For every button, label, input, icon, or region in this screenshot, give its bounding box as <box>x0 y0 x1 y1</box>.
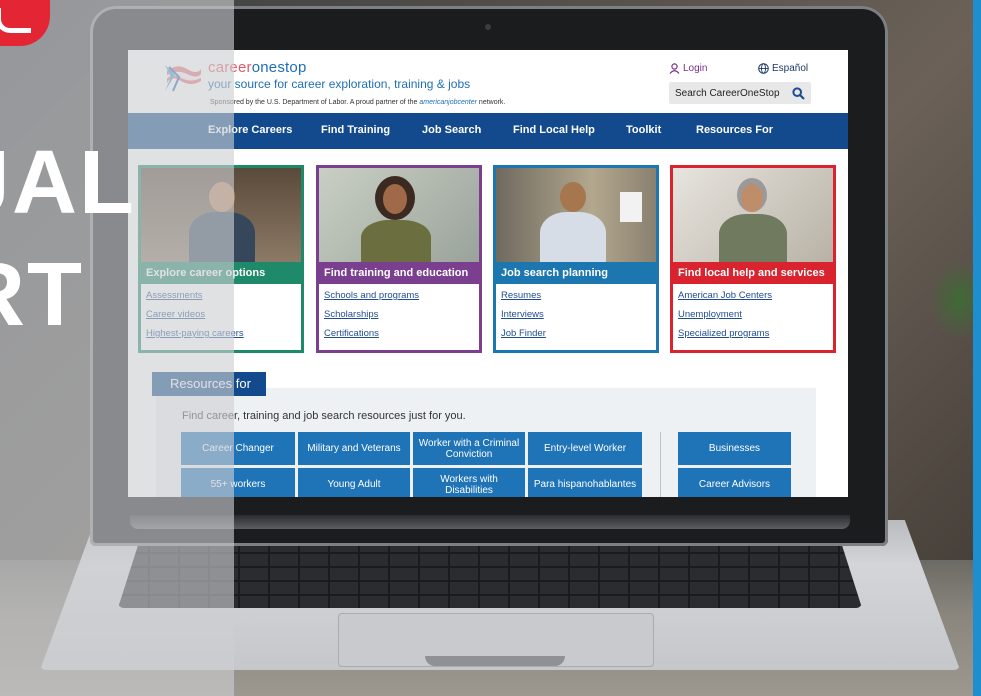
accent-stripe <box>973 0 981 696</box>
person-body <box>719 214 787 262</box>
card-links: American Job Centers Unemployment Specia… <box>673 284 833 339</box>
resource-entry-level-button[interactable]: Entry-level Worker <box>528 432 642 465</box>
nav-job-search[interactable]: Job Search <box>422 124 481 136</box>
link-job-finder[interactable]: Job Finder <box>501 328 651 339</box>
red-badge-icon <box>0 0 50 46</box>
nav-toolkit[interactable]: Toolkit <box>626 124 661 136</box>
language-link[interactable]: Español <box>758 63 808 74</box>
card-title: Find training and education <box>319 262 479 284</box>
sponsor-partner[interactable]: americanjobcenter <box>419 99 477 106</box>
nav-resources-for[interactable]: Resources For <box>696 124 773 136</box>
search-label: Search CareerOneStop <box>675 87 780 99</box>
laptop-hinge <box>130 515 850 529</box>
login-label: Login <box>683 63 708 74</box>
card-title: Job search planning <box>496 262 656 284</box>
resource-young-adult-button[interactable]: Young Adult <box>298 468 410 497</box>
sponsor-prefix: Sponsored by the U.S. Department of Labo… <box>210 99 418 106</box>
laptop-front-lip <box>425 656 565 666</box>
resource-criminal-conviction-button[interactable]: Worker with a Criminal Conviction <box>413 432 525 465</box>
person-head <box>560 182 586 212</box>
resources-divider <box>660 432 661 497</box>
card-job-search[interactable]: Job search planning Resumes Interviews J… <box>493 165 659 353</box>
card-photo-warehouse <box>496 168 656 262</box>
link-certifications[interactable]: Certifications <box>324 328 474 339</box>
link-resumes[interactable]: Resumes <box>501 290 651 301</box>
link-specialized-programs[interactable]: Specialized programs <box>678 328 828 339</box>
card-photo-student <box>319 168 479 262</box>
person-face <box>741 184 763 212</box>
user-icon <box>669 63 680 74</box>
resource-disabilities-button[interactable]: Workers with Disabilities <box>413 468 525 497</box>
person-face <box>383 184 407 214</box>
site-tagline: your source for career exploration, trai… <box>208 77 471 91</box>
person-body <box>540 212 606 262</box>
login-link[interactable]: Login <box>669 63 707 74</box>
card-photo-advisor <box>673 168 833 262</box>
paper-sign <box>620 192 642 222</box>
card-links: Resumes Interviews Job Finder <box>496 284 656 339</box>
site-header: careeronestop your source for career exp… <box>128 50 848 113</box>
sponsor-suffix: network. <box>478 99 506 106</box>
laptop-screen: careeronestop your source for career exp… <box>128 50 848 497</box>
card-find-training[interactable]: Find training and education Schools and … <box>316 165 482 353</box>
globe-icon <box>758 63 769 74</box>
camera-icon <box>485 24 491 30</box>
search-icon[interactable] <box>792 86 805 100</box>
link-unemployment[interactable]: Unemployment <box>678 309 828 320</box>
sponsor-note: Sponsored by the U.S. Department of Labo… <box>210 99 505 106</box>
resource-hispanohablantes-button[interactable]: Para hispanohablantes <box>528 468 642 497</box>
logo-onestop: onestop <box>251 59 307 76</box>
link-interviews[interactable]: Interviews <box>501 309 651 320</box>
feature-cards: Explore career options Assessments Caree… <box>138 165 838 355</box>
nav-find-training[interactable]: Find Training <box>321 124 390 136</box>
card-links: Schools and programs Scholarships Certif… <box>319 284 479 339</box>
resource-businesses-button[interactable]: Businesses <box>678 432 791 465</box>
left-overlay-panel: JAL RT <box>0 0 234 696</box>
overlay-heading-line2: RT <box>0 245 84 345</box>
resource-military-veterans-button[interactable]: Military and Veterans <box>298 432 410 465</box>
nav-find-local-help[interactable]: Find Local Help <box>513 124 595 136</box>
overlay-heading-line1: JAL <box>0 133 137 233</box>
person-body <box>361 220 431 262</box>
language-label: Español <box>772 63 809 74</box>
site-search-box[interactable]: Search CareerOneStop <box>669 82 811 104</box>
main-nav: Explore Careers Find Training Job Search… <box>128 113 848 149</box>
link-american-job-centers[interactable]: American Job Centers <box>678 290 828 301</box>
resource-career-advisors-button[interactable]: Career Advisors <box>678 468 791 497</box>
card-local-help[interactable]: Find local help and services American Jo… <box>670 165 836 353</box>
card-title: Find local help and services <box>673 262 833 284</box>
link-scholarships[interactable]: Scholarships <box>324 309 474 320</box>
link-schools-and-programs[interactable]: Schools and programs <box>324 290 474 301</box>
